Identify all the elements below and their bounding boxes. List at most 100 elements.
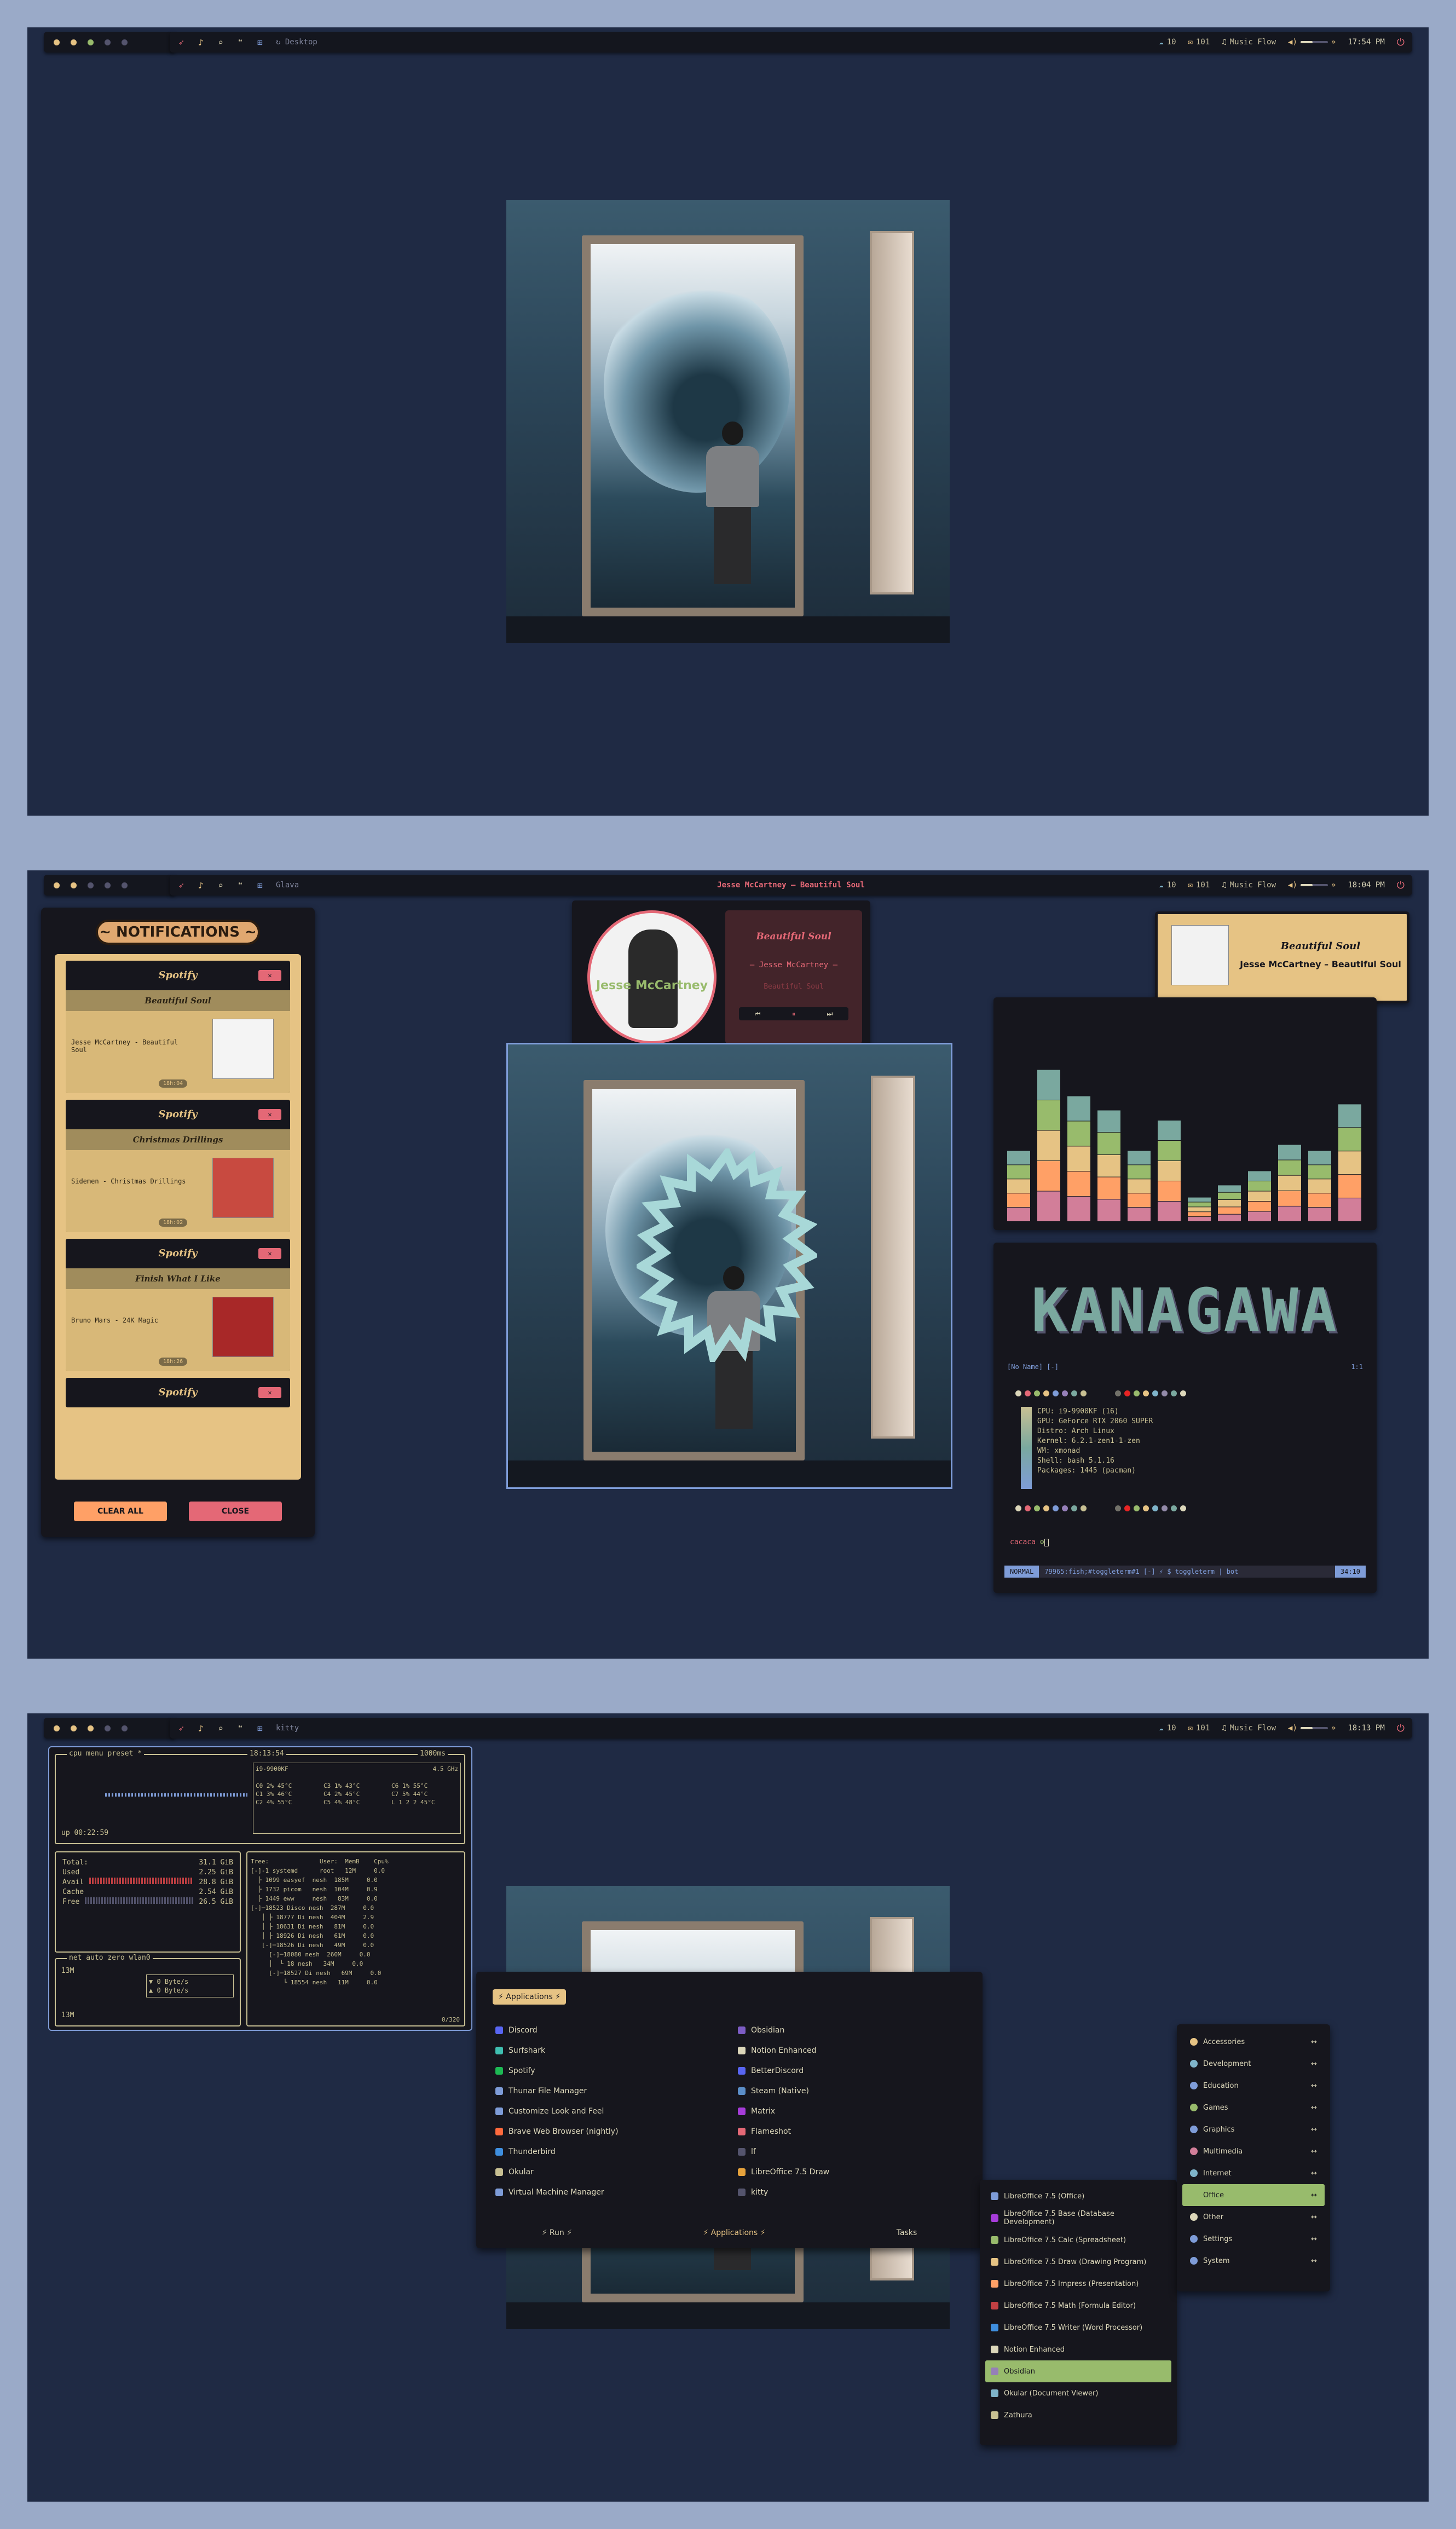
submenu-item[interactable]: LibreOffice 7.5 Draw (Drawing Program)	[985, 2251, 1171, 2273]
category-menu[interactable]: Accessories ↔ Development ↔ Education ↔ Games ↔…	[1177, 2024, 1330, 2291]
process-row[interactable]: │ ├ 18777 Di nesh 404M 2.9	[251, 1913, 461, 1922]
process-row[interactable]: ├ 1449 eww nesh 83M 0.0	[251, 1894, 461, 1903]
process-row[interactable]: [-]-1 systemd root 12M 0.0	[251, 1866, 461, 1875]
mail-status[interactable]: ✉ 101	[1188, 881, 1210, 890]
launcher-item[interactable]: LibreOffice 7.5 Draw	[738, 2162, 968, 2182]
process-box[interactable]: Tree: User: MemB Cpu% [-]-1 systemd root…	[246, 1851, 465, 2026]
rocket-icon[interactable]: ➶	[177, 1723, 185, 1734]
bell-icon[interactable]: ♪	[197, 880, 205, 891]
notification-item[interactable]: Spotify ✕ Christmas Drillings Sidemen - C…	[66, 1100, 290, 1232]
submenu-item[interactable]: Obsidian	[985, 2360, 1171, 2382]
grid-icon[interactable]: ⊞	[256, 37, 264, 48]
category-item[interactable]: Games ↔	[1182, 2097, 1325, 2118]
notification-item[interactable]: Spotify ✕ Beautiful Soul Jesse McCartney …	[66, 961, 290, 1093]
tab-applications[interactable]: ⚡ Applications ⚡	[703, 2228, 765, 2237]
category-item[interactable]: System ↔	[1182, 2250, 1325, 2272]
search-icon[interactable]: ⌕	[217, 37, 224, 48]
submenu-item[interactable]: LibreOffice 7.5 (Office)	[985, 2185, 1171, 2207]
workspace-3[interactable]	[88, 39, 94, 45]
grid-icon[interactable]: ⊞	[256, 880, 264, 891]
process-row[interactable]: [-]─18526 Di nesh 49M 0.0	[251, 1941, 461, 1950]
workspace-1[interactable]	[54, 882, 60, 888]
submenu-item[interactable]: LibreOffice 7.5 Math (Formula Editor)	[985, 2295, 1171, 2317]
process-row[interactable]: │ ├ 18631 Di nesh 81M 0.0	[251, 1922, 461, 1931]
search-icon[interactable]: ⌕	[217, 880, 224, 891]
workspace-2[interactable]	[71, 882, 77, 888]
launcher-item[interactable]: Okular	[495, 2162, 725, 2182]
launcher-item[interactable]: Steam (Native)	[738, 2081, 968, 2101]
category-item[interactable]: Office ↔	[1182, 2184, 1325, 2206]
launcher-item[interactable]: Thunderbird	[495, 2141, 725, 2162]
process-row[interactable]: [-]─18527 Di nesh 69M 0.0	[251, 1968, 461, 1978]
dismiss-button[interactable]: ✕	[258, 970, 281, 981]
category-item[interactable]: Settings ↔	[1182, 2228, 1325, 2250]
terminal-window[interactable]: KANAGAWA [No Name] [-] 1:1 CPU: i9-9900KF…	[993, 1243, 1377, 1593]
bell-icon[interactable]: ♪	[197, 1723, 205, 1734]
category-item[interactable]: Accessories ↔	[1182, 2031, 1325, 2053]
process-list[interactable]: [-]-1 systemd root 12M 0.0 ├ 1099 easyef…	[251, 1866, 461, 1987]
power-icon[interactable]: ⏻	[1397, 37, 1405, 48]
previous-icon[interactable]: ⏮	[755, 1010, 761, 1018]
bell-icon[interactable]: ♪	[197, 37, 205, 48]
notification-item[interactable]: Spotify ✕	[66, 1378, 290, 1407]
launcher-item[interactable]: kitty	[738, 2182, 968, 2202]
submenu-item[interactable]: LibreOffice 7.5 Calc (Spreadsheet)	[985, 2229, 1171, 2251]
launcher-item[interactable]: Notion Enhanced	[738, 2040, 968, 2060]
category-item[interactable]: Graphics ↔	[1182, 2118, 1325, 2140]
submenu-item[interactable]: Okular (Document Viewer)	[985, 2382, 1171, 2404]
launcher-item[interactable]: Customize Look and Feel	[495, 2101, 725, 2121]
music-status[interactable]: ♫ Music Flow	[1222, 1724, 1276, 1733]
launcher-item[interactable]: Obsidian	[738, 2020, 968, 2040]
process-row[interactable]: └ 18554 nesh 11M 0.0	[251, 1978, 461, 1987]
music-status[interactable]: ♫ Music Flow	[1222, 881, 1276, 890]
volume-slider[interactable]	[1300, 884, 1328, 886]
workspace-4[interactable]	[105, 882, 111, 888]
category-item[interactable]: Multimedia ↔	[1182, 2140, 1325, 2162]
power-icon[interactable]: ⏻	[1397, 1723, 1405, 1734]
launcher-item[interactable]: Thunar File Manager	[495, 2081, 725, 2101]
close-button[interactable]: CLOSE	[189, 1502, 282, 1521]
dismiss-button[interactable]: ✕	[258, 1109, 281, 1120]
volume-slider[interactable]	[1300, 1727, 1328, 1729]
process-row[interactable]: │ └ 18 nesh 34M 0.0	[251, 1959, 461, 1968]
workspace-1[interactable]	[54, 39, 60, 45]
rocket-icon[interactable]: ➶	[177, 37, 185, 48]
volume-slider[interactable]	[1300, 41, 1328, 43]
office-submenu[interactable]: LibreOffice 7.5 (Office) LibreOffice 7.5 …	[980, 2180, 1177, 2445]
quote-icon[interactable]: ❝	[236, 880, 244, 891]
glava-window[interactable]	[506, 1043, 952, 1489]
volume-control[interactable]: ◀) »	[1288, 1724, 1336, 1733]
song-popup[interactable]: Beautiful Soul Jesse McCartney – Beautif…	[1155, 911, 1409, 1003]
dismiss-button[interactable]: ✕	[258, 1248, 281, 1259]
launcher-item[interactable]: Discord	[495, 2020, 725, 2040]
submenu-item[interactable]: Zathura	[985, 2404, 1171, 2426]
process-row[interactable]: ├ 1099 easyef nesh 185M 0.0	[251, 1875, 461, 1885]
workspace-5[interactable]	[122, 1725, 128, 1731]
workspace-3[interactable]	[88, 882, 94, 888]
network-status[interactable]: ☁ 10	[1159, 1724, 1176, 1733]
workspace-2[interactable]	[71, 1725, 77, 1731]
tab-run[interactable]: ⚡ Run ⚡	[542, 2228, 572, 2237]
mail-status[interactable]: ✉ 101	[1188, 1724, 1210, 1733]
process-row[interactable]: ├ 1732 picom nesh 104M 0.9	[251, 1885, 461, 1894]
quote-icon[interactable]: ❝	[236, 37, 244, 48]
btop-window[interactable]: cpu menu preset * 18:13:54 1000ms up 00:…	[48, 1746, 472, 2031]
launcher-item[interactable]: Virtual Machine Manager	[495, 2182, 725, 2202]
network-status[interactable]: ☁ 10	[1159, 881, 1176, 890]
process-row[interactable]: [-]─18523 Disco nesh 287M 0.0	[251, 1903, 461, 1913]
category-item[interactable]: Internet ↔	[1182, 2162, 1325, 2184]
submenu-item[interactable]: LibreOffice 7.5 Impress (Presentation)	[985, 2273, 1171, 2295]
launcher-item[interactable]: Matrix	[738, 2101, 968, 2121]
grid-icon[interactable]: ⊞	[256, 1723, 264, 1734]
notification-list[interactable]: Spotify ✕ Beautiful Soul Jesse McCartney …	[55, 954, 301, 1480]
rocket-icon[interactable]: ➶	[177, 880, 185, 891]
launcher-item[interactable]: BetterDiscord	[738, 2060, 968, 2081]
notification-item[interactable]: Spotify ✕ Finish What I Like Bruno Mars -…	[66, 1239, 290, 1371]
clear-all-button[interactable]: CLEAR ALL	[74, 1502, 167, 1521]
tab-tasks[interactable]: Tasks	[897, 2228, 917, 2237]
launcher-item[interactable]: Flameshot	[738, 2121, 968, 2141]
quote-icon[interactable]: ❝	[236, 1723, 244, 1734]
mail-status[interactable]: ✉ 101	[1188, 38, 1210, 47]
category-item[interactable]: Other ↔	[1182, 2206, 1325, 2228]
pause-icon[interactable]: ⏸	[792, 1010, 795, 1018]
